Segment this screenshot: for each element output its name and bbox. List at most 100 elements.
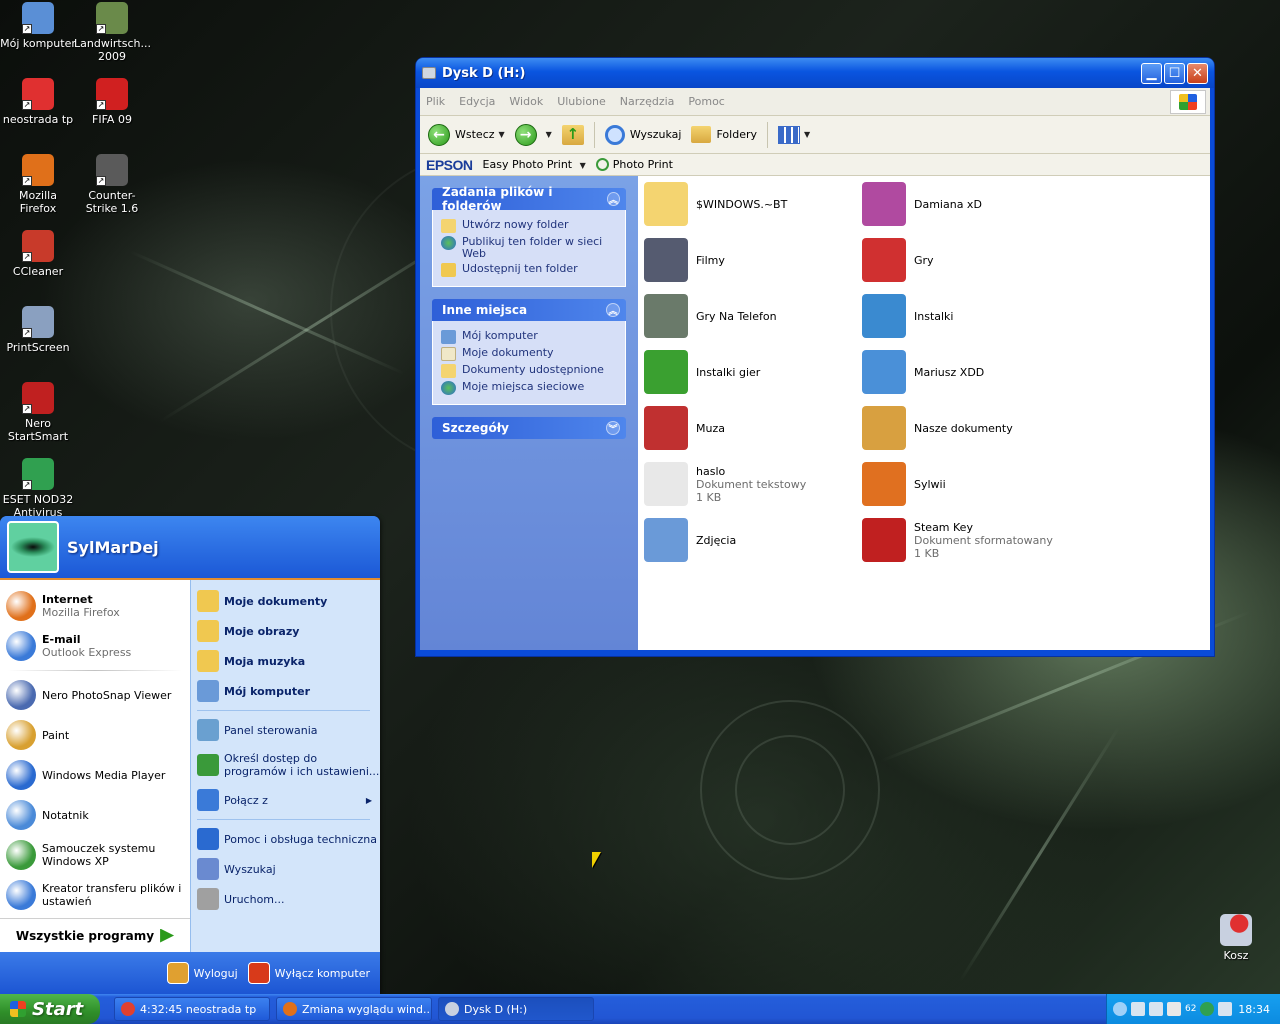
clock[interactable]: 18:34 <box>1238 1003 1270 1016</box>
all-programs-button[interactable]: Wszystkie programy <box>0 918 190 952</box>
computer-icon <box>197 680 219 702</box>
start-menu-place[interactable]: Uruchom... <box>197 884 380 914</box>
avatar[interactable] <box>7 521 59 573</box>
forward-button[interactable]: → ▼ <box>514 123 552 146</box>
file-item[interactable]: $WINDOWS.~BT <box>644 182 859 226</box>
file-item[interactable]: Zdjęcia <box>644 518 859 562</box>
file-item[interactable]: Sylwii <box>862 462 1077 506</box>
file-item[interactable]: Mariusz XDD <box>862 350 1077 394</box>
file-item[interactable]: Nasze dokumenty <box>862 406 1077 450</box>
explorer-window[interactable]: Dysk D (H:) ▁ ☐ ✕ Plik Edycja Widok Ulub… <box>416 58 1214 656</box>
tray-monitor-icon[interactable] <box>1149 1002 1163 1016</box>
back-dropdown-icon[interactable]: ▼ <box>499 130 505 139</box>
program-title: E-mail <box>42 633 81 646</box>
minimize-button[interactable]: ▁ <box>1141 62 1162 84</box>
file-item[interactable]: haslo Dokument tekstowy 1 KB <box>644 462 859 506</box>
tray-volume-icon[interactable] <box>1167 1002 1181 1016</box>
menu-tools[interactable]: Narzędzia <box>620 95 675 108</box>
start-menu-program[interactable]: Nero PhotoSnap Viewer <box>0 675 190 715</box>
file-tasks-header[interactable]: Zadania plików i folderów ︽ <box>432 185 626 213</box>
desktop-icon[interactable]: ↗ ESET NOD32 Antivirus <box>0 458 76 519</box>
tray-camera-icon[interactable] <box>1218 1002 1233 1016</box>
file-item[interactable]: Gry Na Telefon <box>644 294 859 338</box>
up-folder-button[interactable]: ↑ <box>561 124 584 145</box>
file-item[interactable]: Filmy <box>644 238 859 282</box>
task-new-folder[interactable]: Utwórz nowy folder <box>441 219 617 233</box>
tray-badge[interactable]: 62 <box>1185 1004 1196 1014</box>
collapse-chevron-icon[interactable]: ︽ <box>606 303 620 317</box>
desktop-icon[interactable]: ↗ PrintScreen <box>0 306 76 354</box>
desktop-icon[interactable]: ↗ Nero StartSmart <box>0 382 76 443</box>
desktop-icon[interactable]: ↗ Mozilla Firefox <box>0 154 76 215</box>
start-menu-place[interactable]: Wyszukaj <box>197 854 380 884</box>
taskbar-button[interactable]: Zmiana wyglądu wind... <box>276 997 432 1021</box>
close-button[interactable]: ✕ <box>1187 62 1208 84</box>
start-menu-program[interactable]: Notatnik <box>0 795 190 835</box>
shared-folder-icon <box>441 364 456 378</box>
task-share-folder[interactable]: Udostępnij ten folder <box>441 263 617 277</box>
place-my-documents[interactable]: Moje dokumenty <box>441 347 617 361</box>
start-menu-program[interactable]: Windows Media Player <box>0 755 190 795</box>
maximize-button[interactable]: ☐ <box>1164 62 1185 84</box>
folders-button[interactable]: Foldery <box>691 126 757 143</box>
file-item[interactable]: Steam Key Dokument sformatowany 1 KB <box>862 518 1077 562</box>
start-menu-place[interactable]: Moje obrazy <box>197 616 380 646</box>
file-item[interactable]: Damiana xD <box>862 182 1077 226</box>
start-menu-place[interactable]: Moje dokumenty <box>197 586 380 616</box>
menu-help[interactable]: Pomoc <box>688 95 724 108</box>
recycle-bin[interactable]: Kosz <box>1198 914 1274 962</box>
search-button[interactable]: Wyszukaj <box>604 124 681 145</box>
desktop-icon[interactable]: ↗ Mój komputer <box>0 2 76 50</box>
window-title: Dysk D (H:) <box>442 65 526 81</box>
file-item[interactable]: Gry <box>862 238 1077 282</box>
forward-dropdown-icon[interactable]: ▼ <box>546 130 552 139</box>
desktop-icon[interactable]: ↗ neostrada tp <box>0 78 76 126</box>
start-menu-place[interactable]: Moja muzyka <box>197 646 380 676</box>
start-menu-program[interactable]: E-mail Outlook Express <box>0 626 190 666</box>
start-menu-place[interactable]: Określ dostęp do programów i ich ustawie… <box>197 745 380 785</box>
start-menu-program[interactable]: Kreator transferu plików i ustawień <box>0 875 190 915</box>
file-item[interactable]: Instalki <box>862 294 1077 338</box>
photo-print-button[interactable]: Photo Print <box>595 158 673 171</box>
menu-edit[interactable]: Edycja <box>459 95 495 108</box>
menu-view[interactable]: Widok <box>509 95 543 108</box>
shutdown-button[interactable]: Wyłącz komputer <box>247 962 370 984</box>
start-menu-program[interactable]: Internet Mozilla Firefox <box>0 586 190 626</box>
easy-photo-print-button[interactable]: Easy Photo Print ▼ <box>483 158 586 171</box>
start-button[interactable]: Start <box>0 994 100 1024</box>
file-item[interactable]: Muza <box>644 406 859 450</box>
desktop-icon[interactable]: ↗ Landwirtsch... 2009 <box>74 2 151 63</box>
taskbar-button[interactable]: 4:32:45 neostrada tp <box>114 997 270 1021</box>
views-button[interactable]: ▼ <box>778 125 810 144</box>
tray-antivirus-icon[interactable] <box>1200 1002 1215 1016</box>
details-header[interactable]: Szczegóły ︾ <box>432 417 626 439</box>
file-item[interactable]: Instalki gier <box>644 350 859 394</box>
start-menu-place[interactable]: Mój komputer <box>197 676 380 706</box>
place-my-computer[interactable]: Mój komputer <box>441 330 617 344</box>
start-menu-place[interactable]: Połącz z ▶ <box>197 785 380 815</box>
start-menu-place[interactable]: Panel sterowania <box>197 715 380 745</box>
tray-network-icon[interactable] <box>1131 1002 1145 1016</box>
logoff-button[interactable]: Wyloguj <box>166 962 238 984</box>
desktop-icon[interactable]: ↗ FIFA 09 <box>74 78 150 126</box>
place-shared-documents[interactable]: Dokumenty udostępnione <box>441 364 617 378</box>
back-arrow-icon: ← <box>428 123 450 146</box>
desktop-icon[interactable]: ↗ CCleaner <box>0 230 76 278</box>
taskbar-button[interactable]: Dysk D (H:) <box>438 997 594 1021</box>
pictures-folder-icon <box>644 518 688 562</box>
start-menu-program[interactable]: Paint <box>0 715 190 755</box>
other-places-header[interactable]: Inne miejsca ︽ <box>432 299 626 321</box>
expand-chevron-icon[interactable]: ︾ <box>606 421 620 435</box>
desktop-icon[interactable]: ↗ Counter-Strike 1.6 <box>74 154 150 215</box>
start-menu-program[interactable]: Samouczek systemu Windows XP <box>0 835 190 875</box>
place-network[interactable]: Moje miejsca sieciowe <box>441 381 617 395</box>
window-titlebar[interactable]: Dysk D (H:) ▁ ☐ ✕ <box>416 58 1214 88</box>
start-menu-place[interactable]: Pomoc i obsługa techniczna <box>197 824 380 854</box>
tray-expand-icon[interactable] <box>1113 1002 1127 1016</box>
back-button[interactable]: ← Wstecz ▼ <box>428 123 505 146</box>
menu-favorites[interactable]: Ulubione <box>557 95 606 108</box>
transfer-wizard-icon <box>6 880 36 910</box>
menu-file[interactable]: Plik <box>426 95 445 108</box>
collapse-chevron-icon[interactable]: ︽ <box>606 192 620 206</box>
task-publish-web[interactable]: Publikuj ten folder w sieci Web <box>441 236 617 260</box>
